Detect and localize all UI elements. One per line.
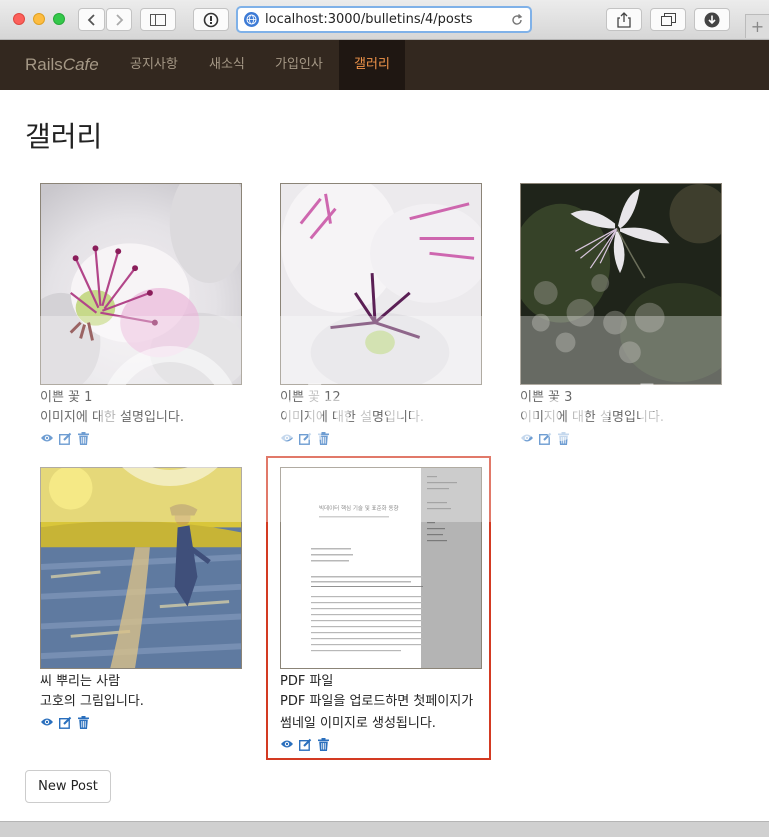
post-actions: [40, 715, 242, 729]
chevron-left-icon: [87, 13, 95, 26]
minimize-window-button[interactable]: [33, 13, 45, 25]
nav-item-news[interactable]: 새소식: [209, 40, 245, 90]
back-button[interactable]: [78, 8, 105, 31]
eye-icon[interactable]: [520, 431, 534, 445]
chevron-right-icon: [116, 13, 124, 26]
browser-toolbar: +: [0, 0, 769, 40]
trash-icon[interactable]: [556, 431, 570, 445]
post-thumbnail[interactable]: [280, 183, 482, 385]
reload-icon[interactable]: [510, 12, 524, 31]
edit-icon[interactable]: [58, 431, 72, 445]
post-title[interactable]: 이쁜 꽃 3: [520, 389, 722, 407]
edit-icon[interactable]: [298, 431, 312, 445]
post-actions: [280, 431, 482, 445]
gallery-item: 씨 뿌리는 사람 고호의 그림입니다.: [40, 467, 242, 729]
tabs-icon: [660, 13, 676, 26]
new-tab-button[interactable]: +: [745, 14, 769, 38]
trash-icon[interactable]: [76, 715, 90, 729]
info-circle-icon: [203, 12, 219, 27]
post-description: 이미지에 대한 설명입니다.: [520, 410, 664, 425]
globe-icon: [244, 12, 259, 27]
nav-item-notices[interactable]: 공지사항: [130, 40, 178, 90]
edit-icon[interactable]: [58, 715, 72, 729]
downloads-button[interactable]: [694, 8, 730, 31]
address-bar[interactable]: [236, 6, 532, 33]
post-title[interactable]: 이쁜 꽃 1: [40, 389, 242, 407]
post-description: 이미지에 대한 설명입니다.: [40, 410, 184, 425]
browser-status-bar: [0, 821, 769, 837]
share-button[interactable]: [606, 8, 642, 31]
post-title[interactable]: 이쁜 꽃 12: [280, 389, 482, 407]
eye-icon[interactable]: [40, 431, 54, 445]
eye-icon[interactable]: [280, 431, 294, 445]
close-window-button[interactable]: [13, 13, 25, 25]
page-title: 갤러리: [25, 120, 103, 153]
post-thumbnail[interactable]: [40, 183, 242, 385]
gallery-item: 이쁜 꽃 1 이미지에 대한 설명입니다.: [40, 183, 242, 445]
forward-button[interactable]: [106, 8, 132, 31]
new-post-button[interactable]: New Post: [25, 770, 111, 803]
trash-icon[interactable]: [76, 431, 90, 445]
post-description: 고호의 그림입니다.: [40, 694, 144, 709]
post-thumbnail[interactable]: [520, 183, 722, 385]
share-icon: [617, 11, 631, 28]
edit-icon[interactable]: [538, 431, 552, 445]
gallery-item: 이쁜 꽃 12 이미지에 대한 설명입니다.: [280, 183, 482, 445]
site-navbar: RailsCafe 공지사항 새소식 가입인사 갤러리: [0, 40, 769, 90]
brand-logo[interactable]: RailsCafe: [25, 55, 99, 75]
highlight-box: [266, 456, 491, 760]
post-thumbnail[interactable]: [40, 467, 242, 669]
nav-item-greetings[interactable]: 가입인사: [275, 40, 323, 90]
sidebar-icon: [150, 13, 166, 26]
gallery-item: 이쁜 꽃 3 이미지에 대한 설명입니다.: [520, 183, 722, 445]
post-title[interactable]: 씨 뿌리는 사람: [40, 673, 242, 691]
sidebar-toggle-button[interactable]: [140, 8, 176, 31]
zoom-window-button[interactable]: [53, 13, 65, 25]
nav-item-gallery[interactable]: 갤러리: [339, 40, 405, 90]
tabs-overview-button[interactable]: [650, 8, 686, 31]
privacy-report-button[interactable]: [193, 8, 229, 31]
trash-icon[interactable]: [316, 431, 330, 445]
post-actions: [520, 431, 722, 445]
download-icon: [704, 12, 720, 27]
post-actions: [40, 431, 242, 445]
post-description: 이미지에 대한 설명입니다.: [280, 410, 424, 425]
eye-icon[interactable]: [40, 715, 54, 729]
url-input[interactable]: [265, 12, 505, 27]
